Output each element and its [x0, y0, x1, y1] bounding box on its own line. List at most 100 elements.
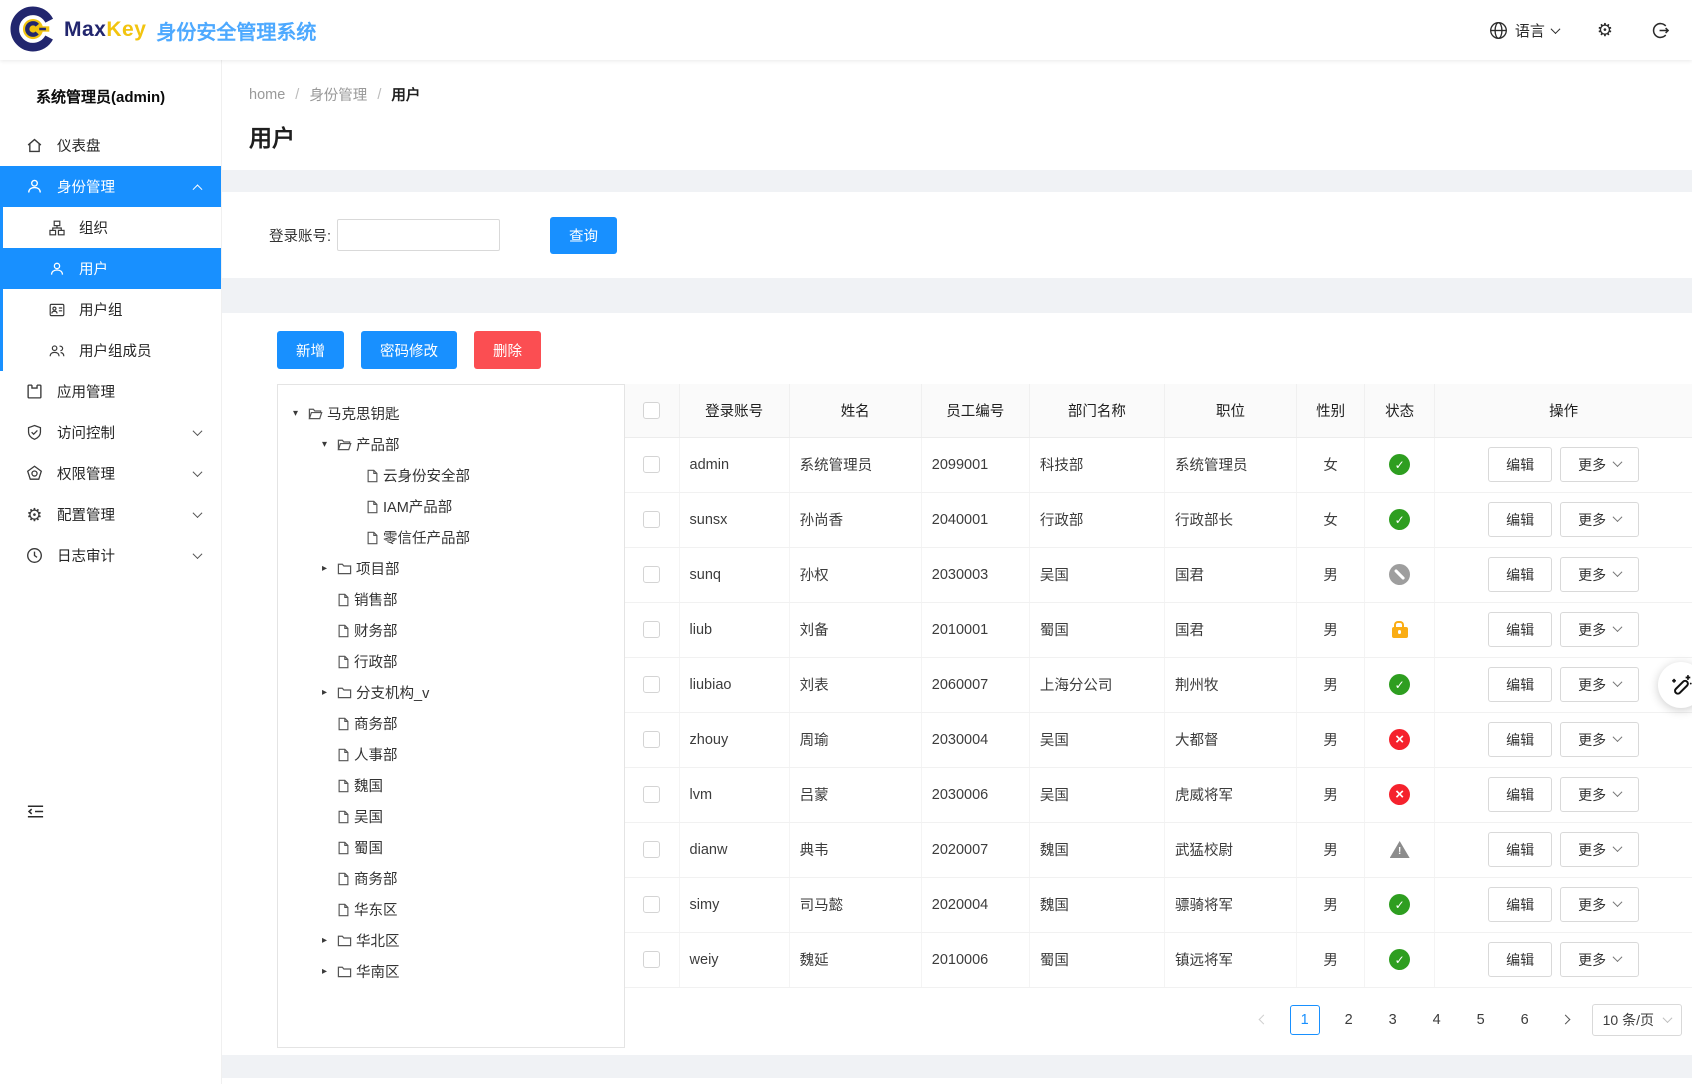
tree-node[interactable]: IAM产品部 — [278, 491, 624, 522]
sidebar-item-users[interactable]: 用户 — [3, 248, 221, 289]
more-button[interactable]: 更多 — [1560, 777, 1639, 812]
sidebar-item-access-control[interactable]: 访问控制 — [0, 412, 221, 453]
row-checkbox[interactable] — [643, 841, 660, 858]
sidebar-item-dashboard[interactable]: 仪表盘 — [0, 125, 221, 166]
edit-button[interactable]: 编辑 — [1488, 667, 1552, 702]
more-button[interactable]: 更多 — [1560, 502, 1639, 537]
tree-expand-arrow[interactable] — [317, 687, 332, 698]
more-button[interactable]: 更多 — [1560, 612, 1639, 647]
more-button[interactable]: 更多 — [1560, 887, 1639, 922]
row-checkbox[interactable] — [643, 676, 660, 693]
account-input[interactable] — [337, 219, 500, 251]
more-button[interactable]: 更多 — [1560, 447, 1639, 482]
tree-node[interactable]: 华北区 — [278, 925, 624, 956]
sidebar-item-configuration[interactable]: ⚙ 配置管理 — [0, 494, 221, 535]
row-checkbox[interactable] — [643, 951, 660, 968]
page-size-select[interactable]: 10 条/页 — [1592, 1004, 1682, 1036]
sidebar-item-audit-logs[interactable]: 日志审计 — [0, 535, 221, 576]
tree-node[interactable]: 零信任产品部 — [278, 522, 624, 553]
tree-expand-arrow[interactable] — [317, 966, 332, 977]
tree-node[interactable]: 马克思钥匙 — [278, 398, 624, 429]
tree-node[interactable]: 财务部 — [278, 615, 624, 646]
page-button[interactable]: 4 — [1422, 1005, 1452, 1035]
page-title: 用户 — [249, 119, 1692, 153]
breadcrumb-identity[interactable]: 身份管理 — [309, 84, 367, 105]
edit-button[interactable]: 编辑 — [1488, 557, 1552, 592]
row-checkbox[interactable] — [643, 566, 660, 583]
select-all-checkbox[interactable] — [643, 402, 660, 419]
edit-button[interactable]: 编辑 — [1488, 887, 1552, 922]
sidebar-item-label: 用户组成员 — [79, 340, 201, 361]
language-menu[interactable]: 语言 — [1489, 20, 1559, 41]
page-button[interactable]: 5 — [1466, 1005, 1496, 1035]
add-button[interactable]: 新增 — [277, 331, 344, 369]
more-button[interactable]: 更多 — [1560, 667, 1639, 702]
cell-operations: 编辑 更多 — [1435, 437, 1692, 492]
more-button[interactable]: 更多 — [1560, 942, 1639, 977]
sidebar-item-applications[interactable]: 应用管理 — [0, 371, 221, 412]
tree-node[interactable]: 华东区 — [278, 894, 624, 925]
tree-node[interactable]: 云身份安全部 — [278, 460, 624, 491]
edit-button[interactable]: 编辑 — [1488, 777, 1552, 812]
more-button[interactable]: 更多 — [1560, 557, 1639, 592]
tree-node[interactable]: 魏国 — [278, 770, 624, 801]
edit-button[interactable]: 编辑 — [1488, 447, 1552, 482]
tree-node[interactable]: 分支机构_v — [278, 677, 624, 708]
row-checkbox[interactable] — [643, 731, 660, 748]
page-button[interactable]: 1 — [1290, 1005, 1320, 1035]
cell-operations: 编辑 更多 — [1435, 547, 1692, 602]
row-checkbox[interactable] — [643, 456, 660, 473]
delete-button[interactable]: 删除 — [474, 331, 541, 369]
row-checkbox[interactable] — [643, 621, 660, 638]
more-button[interactable]: 更多 — [1560, 722, 1639, 757]
sidebar-item-identity[interactable]: 身份管理 — [0, 166, 221, 207]
tree-node[interactable]: 项目部 — [278, 553, 624, 584]
more-button[interactable]: 更多 — [1560, 832, 1639, 867]
tree-node[interactable]: 行政部 — [278, 646, 624, 677]
cell-gender: 男 — [1297, 712, 1365, 767]
change-password-button[interactable]: 密码修改 — [361, 331, 457, 369]
tree-expand-arrow[interactable] — [317, 439, 332, 450]
gear-icon[interactable]: ⚙ — [1597, 21, 1613, 39]
edit-button[interactable]: 编辑 — [1488, 722, 1552, 757]
row-checkbox[interactable] — [643, 786, 660, 803]
tree-node[interactable]: 人事部 — [278, 739, 624, 770]
tree-node[interactable]: 吴国 — [278, 801, 624, 832]
tree-expand-arrow[interactable] — [317, 935, 332, 946]
page-button[interactable]: 2 — [1334, 1005, 1364, 1035]
tree-node[interactable]: 销售部 — [278, 584, 624, 615]
current-user-label: 系统管理员(admin) — [0, 60, 221, 119]
edit-button[interactable]: 编辑 — [1488, 942, 1552, 977]
prev-page-button[interactable] — [1252, 1005, 1276, 1035]
tree-node[interactable]: 商务部 — [278, 863, 624, 894]
page-button[interactable]: 3 — [1378, 1005, 1408, 1035]
tree-node[interactable]: 商务部 — [278, 708, 624, 739]
collapse-sidebar-button[interactable] — [26, 802, 45, 824]
col-header-position: 职位 — [1164, 384, 1296, 437]
row-checkbox[interactable] — [643, 896, 660, 913]
breadcrumb-home[interactable]: home — [249, 87, 285, 103]
tree-node[interactable]: 华南区 — [278, 956, 624, 987]
page-button[interactable]: 6 — [1510, 1005, 1540, 1035]
tree-node[interactable]: 蜀国 — [278, 832, 624, 863]
sidebar-item-user-group-members[interactable]: 用户组成员 — [3, 330, 221, 371]
sidebar-item-organization[interactable]: 组织 — [3, 207, 221, 248]
chevron-down-icon — [1613, 842, 1623, 852]
tree-node[interactable]: 产品部 — [278, 429, 624, 460]
edit-button[interactable]: 编辑 — [1488, 502, 1552, 537]
sidebar-item-permissions[interactable]: 权限管理 — [0, 453, 221, 494]
more-label: 更多 — [1578, 785, 1606, 805]
sidebar-item-user-groups[interactable]: 用户组 — [3, 289, 221, 330]
query-button[interactable]: 查询 — [550, 217, 617, 254]
status-icon — [1389, 674, 1410, 695]
edit-button[interactable]: 编辑 — [1488, 832, 1552, 867]
row-checkbox[interactable] — [643, 511, 660, 528]
tree-expand-arrow[interactable] — [317, 563, 332, 574]
next-page-button[interactable] — [1554, 1005, 1578, 1035]
tree-expand-arrow[interactable] — [288, 408, 303, 419]
logout-icon[interactable] — [1651, 21, 1670, 40]
tree-node-label: 商务部 — [354, 713, 398, 734]
status-icon — [1390, 841, 1410, 858]
edit-button[interactable]: 编辑 — [1488, 612, 1552, 647]
maxkey-logo — [10, 6, 56, 55]
